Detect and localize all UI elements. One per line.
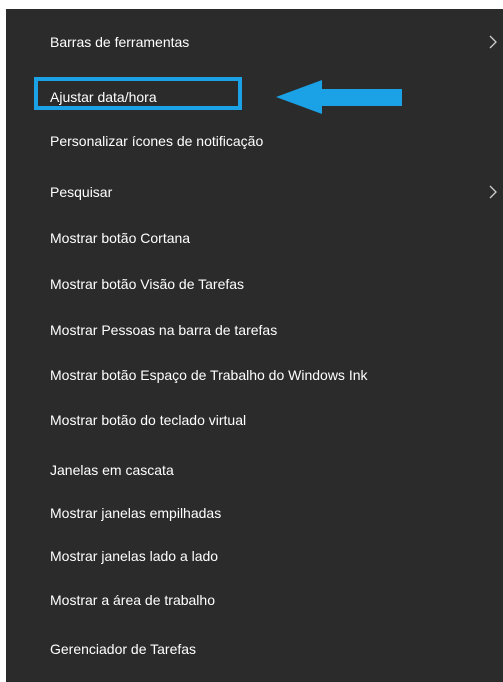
menu-item-label: Mostrar Pessoas na barra de tarefas bbox=[50, 322, 278, 338]
taskbar-context-menu: Barras de ferramentas Ajustar data/hora … bbox=[6, 9, 503, 682]
menu-item-label: Mostrar janelas empilhadas bbox=[50, 505, 222, 521]
menu-item-show-windows-stacked[interactable]: Mostrar janelas empilhadas bbox=[6, 497, 503, 529]
menu-item-cascade-windows[interactable]: Janelas em cascata bbox=[6, 454, 503, 486]
menu-item-label: Mostrar a área de trabalho bbox=[50, 592, 215, 608]
menu-item-adjust-date-time[interactable]: Ajustar data/hora bbox=[6, 81, 503, 113]
menu-item-label: Janelas em cascata bbox=[50, 462, 174, 478]
menu-item-label: Mostrar botão Espaço de Trabalho do Wind… bbox=[50, 367, 368, 383]
menu-item-label: Mostrar botão Cortana bbox=[50, 230, 191, 246]
menu-item-label: Mostrar botão do teclado virtual bbox=[50, 412, 247, 428]
menu-item-search[interactable]: Pesquisar bbox=[6, 176, 503, 208]
menu-item-label: Gerenciador de Tarefas bbox=[50, 641, 197, 657]
menu-item-label: Mostrar janelas lado a lado bbox=[50, 548, 219, 564]
menu-item-label: Ajustar data/hora bbox=[50, 89, 157, 105]
chevron-right-icon bbox=[489, 35, 497, 49]
chevron-right-icon bbox=[489, 185, 497, 199]
menu-item-task-manager[interactable]: Gerenciador de Tarefas bbox=[6, 633, 503, 665]
menu-item-show-desktop[interactable]: Mostrar a área de trabalho bbox=[6, 584, 503, 616]
menu-item-show-task-view-button[interactable]: Mostrar botão Visão de Tarefas bbox=[6, 268, 503, 300]
menu-item-show-windows-side-by-side[interactable]: Mostrar janelas lado a lado bbox=[6, 540, 503, 572]
menu-item-label: Pesquisar bbox=[50, 184, 113, 200]
menu-item-label: Barras de ferramentas bbox=[50, 34, 190, 50]
menu-item-customize-notification-icons[interactable]: Personalizar ícones de notificação bbox=[6, 125, 503, 157]
menu-item-show-people[interactable]: Mostrar Pessoas na barra de tarefas bbox=[6, 314, 503, 346]
menu-item-label: Personalizar ícones de notificação bbox=[50, 133, 264, 149]
menu-item-show-cortana-button[interactable]: Mostrar botão Cortana bbox=[6, 222, 503, 254]
menu-item-label: Mostrar botão Visão de Tarefas bbox=[50, 276, 245, 292]
menu-item-show-windows-ink-button[interactable]: Mostrar botão Espaço de Trabalho do Wind… bbox=[6, 359, 503, 391]
menu-item-show-touch-keyboard-button[interactable]: Mostrar botão do teclado virtual bbox=[6, 404, 503, 436]
menu-item-toolbars[interactable]: Barras de ferramentas bbox=[6, 26, 503, 58]
